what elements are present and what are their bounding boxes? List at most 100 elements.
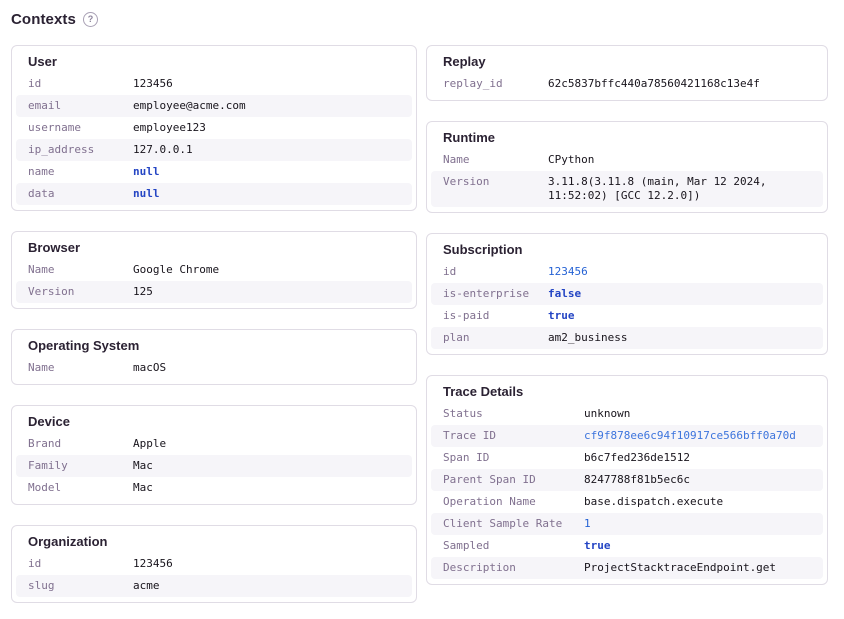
context-card-runtime: RuntimeNameCPythonVersion3.11.8(3.11.8 (… [426,121,828,213]
context-rows: NameGoogle ChromeVersion125 [16,259,412,303]
context-key: Trace ID [443,429,584,443]
context-value: 62c5837bffc440a78560421168c13e4f [548,77,811,91]
context-row-device: FamilyMac [16,455,412,477]
context-value: employee123 [133,121,400,135]
context-rows: StatusunknownTrace IDcf9f878ee6c94f10917… [431,403,823,579]
context-key: Family [28,459,133,473]
context-row-device: ModelMac [16,477,412,499]
context-row-device: BrandApple [16,433,412,455]
context-key: id [28,77,133,91]
context-row-runtime: Version3.11.8(3.11.8 (main, Mar 12 2024,… [431,171,823,207]
context-value: unknown [584,407,811,421]
context-value: true [584,539,811,553]
context-key: Status [443,407,584,421]
context-row-browser: Version125 [16,281,412,303]
context-key: Client Sample Rate [443,517,584,531]
context-key: is-paid [443,309,548,323]
context-key: Description [443,561,584,575]
context-row-trace-details: Client Sample Rate1 [431,513,823,535]
context-row-trace-details: Span IDb6c7fed236de1512 [431,447,823,469]
context-row-trace-details: DescriptionProjectStacktraceEndpoint.get [431,557,823,579]
contexts-section: Contexts ? Userid123456emailemployee@acm… [0,0,844,619]
context-row-browser: NameGoogle Chrome [16,259,412,281]
context-key: name [28,165,133,179]
context-row-organization: slugacme [16,575,412,597]
context-card-operating-system: Operating SystemNamemacOS [11,329,417,385]
context-row-user: namenull [16,161,412,183]
context-row-subscription: planam2_business [431,327,823,349]
context-key: slug [28,579,133,593]
context-value: 123456 [133,557,400,571]
context-key: Model [28,481,133,495]
context-key: Version [443,175,548,203]
context-key: Name [443,153,548,167]
context-key: Span ID [443,451,584,465]
card-title-browser: Browser [28,240,400,255]
context-rows: NameCPythonVersion3.11.8(3.11.8 (main, M… [431,149,823,207]
context-value: Mac [133,481,400,495]
card-title-user: User [28,54,400,69]
context-value: CPython [548,153,811,167]
context-card-subscription: Subscriptionid123456is-enterprisefalseis… [426,233,828,355]
context-value: 1 [584,517,811,531]
contexts-column-right: Replay replay_id62c5837bffc440a7856042116… [426,45,828,585]
contexts-header: Contexts ? [11,11,828,28]
context-key: is-enterprise [443,287,548,301]
context-key: username [28,121,133,135]
context-card-trace-details: Trace DetailsStatusunknownTrace IDcf9f87… [426,375,828,585]
context-row-runtime: NameCPython [431,149,823,171]
context-value: acme [133,579,400,593]
context-value: ProjectStacktraceEndpoint.get [584,561,811,575]
help-icon[interactable]: ? [83,12,98,27]
card-title-device: Device [28,414,400,429]
context-row-trace-details: Sampledtrue [431,535,823,557]
context-card-device: DeviceBrandAppleFamilyMacModelMac [11,405,417,505]
context-rows: id123456is-enterprisefalseis-paidtruepla… [431,261,823,349]
context-value: null [133,187,400,201]
context-rows: id123456slugacme [16,553,412,597]
context-row-trace-details: Statusunknown [431,403,823,425]
context-key: Brand [28,437,133,451]
context-key: Sampled [443,539,584,553]
contexts-columns: Userid123456emailemployee@acme.comuserna… [11,45,828,603]
context-card-replay: Replay replay_id62c5837bffc440a7856042116… [426,45,828,101]
context-card-browser: BrowserNameGoogle ChromeVersion125 [11,231,417,309]
context-value: employee@acme.com [133,99,400,113]
contexts-column-left: Userid123456emailemployee@acme.comuserna… [11,45,417,603]
context-rows: NamemacOS [16,357,412,379]
context-value: null [133,165,400,179]
context-row-trace-details: Trace IDcf9f878ee6c94f10917ce566bff0a70d [431,425,823,447]
context-key: Operation Name [443,495,584,509]
context-key: Name [28,263,133,277]
context-key: Parent Span ID [443,473,584,487]
card-title-replay: Replay [443,54,811,69]
context-rows: replay_id62c5837bffc440a78560421168c13e4… [431,73,823,95]
context-key: replay_id [443,77,548,91]
context-key: email [28,99,133,113]
context-value: am2_business [548,331,811,345]
context-rows: BrandAppleFamilyMacModelMac [16,433,412,499]
context-key: data [28,187,133,201]
context-value: 127.0.0.1 [133,143,400,157]
context-row-subscription: id123456 [431,261,823,283]
context-key: id [443,265,548,279]
context-value: Google Chrome [133,263,400,277]
context-row-subscription: is-paidtrue [431,305,823,327]
context-key: Version [28,285,133,299]
context-row-user: usernameemployee123 [16,117,412,139]
context-value: 125 [133,285,400,299]
card-title-subscription: Subscription [443,242,811,257]
context-value: 123456 [133,77,400,91]
context-card-user: Userid123456emailemployee@acme.comuserna… [11,45,417,211]
context-value: false [548,287,811,301]
trace-id-link[interactable]: cf9f878ee6c94f10917ce566bff0a70d [584,429,811,443]
context-key: id [28,557,133,571]
context-row-user: id123456 [16,73,412,95]
context-row-trace-details: Operation Namebase.dispatch.execute [431,491,823,513]
context-value: 8247788f81b5ec6c [584,473,811,487]
page-title: Contexts [11,11,76,28]
context-row-user: datanull [16,183,412,205]
card-title-trace-details: Trace Details [443,384,811,399]
context-row-operating-system: NamemacOS [16,357,412,379]
context-value: 123456 [548,265,811,279]
